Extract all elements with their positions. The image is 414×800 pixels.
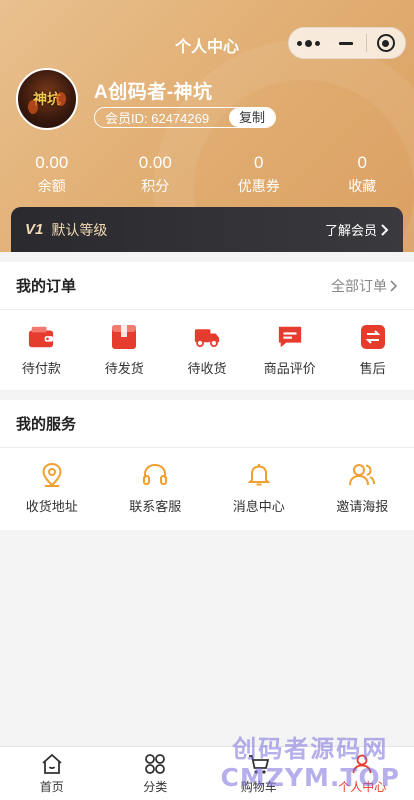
service-address-label: 收货地址 [25, 498, 78, 514]
minus-icon [339, 41, 354, 45]
stat-coupons[interactable]: 0 优惠券 [207, 152, 311, 196]
order-review[interactable]: 商品评价 [248, 324, 331, 377]
stat-label: 余额 [37, 178, 66, 194]
order-pending-receipt-label: 待收货 [187, 360, 227, 376]
order-review-label: 商品评价 [263, 360, 316, 376]
stat-balance[interactable]: 0.00 余额 [0, 152, 104, 196]
vip-bar[interactable]: V1 默认等级 了解会员 [11, 207, 403, 252]
username: A创码者-神坑 [94, 82, 213, 103]
stat-value: 0 [254, 153, 264, 172]
services-title: 我的服务 [16, 416, 77, 433]
tab-category[interactable]: 分类 [104, 747, 208, 800]
order-after-sales[interactable]: 售后 [331, 324, 414, 377]
bell-icon [247, 463, 271, 485]
stat-label: 积分 [141, 178, 170, 194]
services-card: 我的服务 收货地址 联系客服 消息中心 邀请海报 [0, 400, 414, 530]
watermark-line2: CMZYM.TOP [220, 763, 400, 792]
learn-membership-link[interactable]: 了解会员 [325, 220, 389, 239]
category-icon [145, 754, 166, 774]
tab-category-label: 分类 [143, 780, 168, 794]
more-dots-icon [296, 39, 320, 47]
more-menu-button[interactable] [289, 28, 327, 58]
location-icon [42, 462, 62, 487]
stat-favorites[interactable]: 0 收藏 [311, 152, 414, 196]
order-pending-shipment-label: 待发货 [104, 360, 144, 376]
service-invite-poster-label: 邀请海报 [336, 498, 389, 514]
service-messages[interactable]: 消息中心 [207, 462, 311, 515]
orders-title: 我的订单 [16, 278, 77, 295]
order-pending-shipment[interactable]: 待发货 [83, 324, 166, 377]
truck-icon [194, 324, 220, 350]
chevron-right-icon [381, 223, 389, 236]
all-orders-label: 全部订单 [331, 277, 387, 294]
all-orders-link[interactable]: 全部订单 [331, 276, 398, 296]
watermark-line1: 创码者源码网 [232, 736, 389, 763]
tab-home-label: 首页 [39, 780, 64, 794]
copy-button[interactable]: 复制 [228, 108, 275, 127]
stats-row: 0.00 余额 0.00 积分 0 优惠券 0 收藏 [0, 152, 414, 196]
orders-card: 我的订单 全部订单 待付款 待发货 待收货 商品评价 售后 [0, 262, 414, 390]
stat-value: 0.00 [138, 153, 172, 172]
miniprogram-capsule [288, 27, 406, 59]
stat-points[interactable]: 0.00 积分 [104, 152, 208, 196]
exchange-icon [360, 324, 386, 350]
avatar[interactable]: 神坑 [16, 68, 78, 130]
service-customer-support-label: 联系客服 [129, 498, 182, 514]
users-icon [349, 463, 376, 485]
stat-value: 0.00 [35, 153, 69, 172]
stat-label: 收藏 [348, 178, 377, 194]
member-id-pill: 会员ID: 62474269 复制 [94, 107, 276, 128]
order-after-sales-label: 售后 [359, 360, 386, 376]
learn-membership-label: 了解会员 [324, 223, 377, 238]
service-customer-support[interactable]: 联系客服 [104, 462, 208, 515]
package-icon [111, 324, 137, 350]
order-pending-payment[interactable]: 待付款 [0, 324, 83, 377]
close-miniprogram-button[interactable] [367, 28, 405, 58]
profile-header: 个人中心 神坑 A创码者-神坑 会员ID: 62474269 复制 0.00 余… [0, 0, 414, 252]
target-icon [376, 34, 395, 52]
order-pending-receipt[interactable]: 待收货 [166, 324, 249, 377]
member-id: 会员ID: 62474269 [105, 111, 210, 126]
service-messages-label: 消息中心 [232, 498, 285, 514]
minimize-button[interactable] [327, 28, 365, 58]
headset-icon [143, 463, 168, 485]
watermark: 创码者源码网 CMZYM.TOP [220, 736, 400, 792]
comment-icon [277, 324, 303, 350]
vip-badge: V1 [25, 221, 44, 238]
tab-home[interactable]: 首页 [0, 747, 104, 800]
home-icon [42, 753, 62, 774]
chevron-right-icon [390, 279, 398, 292]
service-invite-poster[interactable]: 邀请海报 [311, 462, 414, 515]
wallet-icon [28, 324, 54, 350]
stat-label: 优惠券 [237, 178, 280, 194]
order-pending-payment-label: 待付款 [21, 360, 61, 376]
service-address[interactable]: 收货地址 [0, 462, 104, 515]
vip-level: 默认等级 [51, 221, 108, 238]
stat-value: 0 [357, 153, 367, 172]
